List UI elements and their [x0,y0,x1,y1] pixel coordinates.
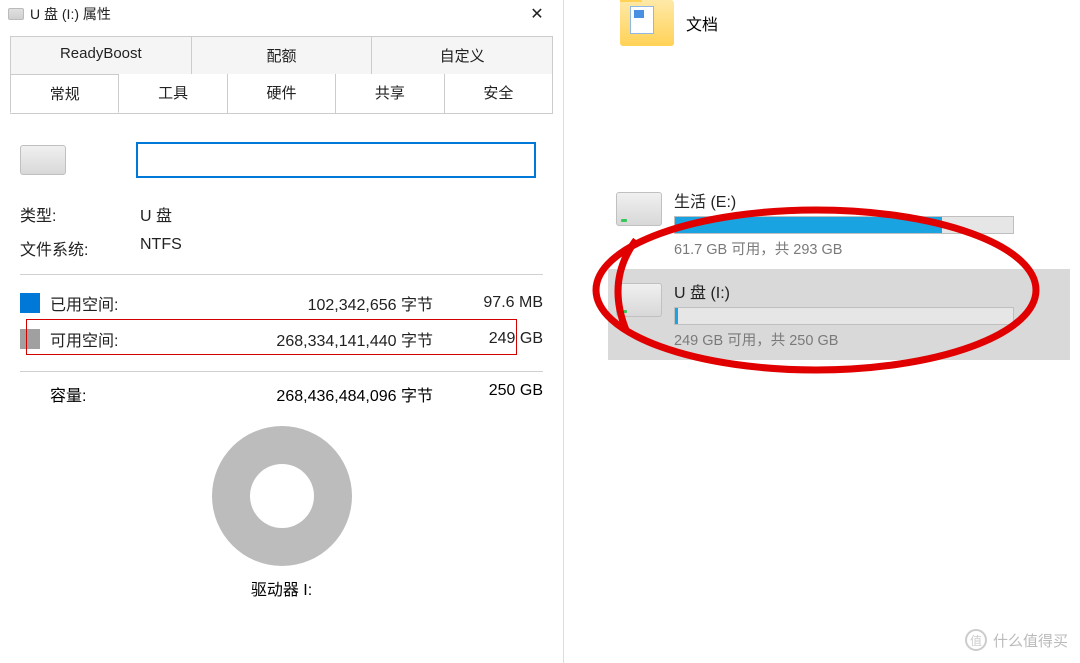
tab-hardware[interactable]: 硬件 [228,74,336,113]
tab-strip: ReadyBoost 配额 自定义 常规 工具 硬件 共享 安全 [10,36,553,114]
folder-documents[interactable]: 文档 [620,0,718,46]
capacity-human: 250 GB [453,382,543,406]
free-human: 249 GB [453,330,543,348]
free-swatch-icon [20,329,40,349]
tab-readyboost[interactable]: ReadyBoost [10,36,192,74]
tab-security[interactable]: 安全 [445,74,553,113]
type-label: 类型: [20,202,140,226]
capacity-row: 容量: 268,436,484,096 字节 250 GB [50,382,543,406]
usage-bar [674,307,1014,325]
watermark-icon: 值 [965,629,987,651]
watermark-text: 什么值得买 [993,630,1068,651]
tab-quota[interactable]: 配额 [192,36,373,74]
free-space-row: 可用空间: 268,334,141,440 字节 249 GB [20,321,543,357]
type-value: U 盘 [140,202,172,226]
folder-name: 文档 [686,11,718,35]
watermark: 值 什么值得买 [965,629,1068,651]
drive-sub: 61.7 GB 可用，共 293 GB [674,238,1062,259]
filesystem-value: NTFS [140,236,182,260]
close-button[interactable]: ✕ [515,0,559,28]
drive-letter-label: 驱动器 I: [20,576,543,600]
tab-customize[interactable]: 自定义 [372,36,553,74]
drive-item-e[interactable]: 生活 (E:) 61.7 GB 可用，共 293 GB [608,178,1070,269]
titlebar: U 盘 (I:) 属性 ✕ [0,0,563,28]
capacity-bytes: 268,436,484,096 字节 [160,382,453,406]
tab-tools[interactable]: 工具 [119,74,227,113]
folder-icon [620,0,674,46]
drive-name: U 盘 (I:) [674,279,1062,303]
drive-item-i[interactable]: U 盘 (I:) 249 GB 可用，共 250 GB [608,269,1070,360]
used-swatch-icon [20,293,40,313]
drive-large-icon [20,145,66,175]
used-label: 已用空间: [50,291,160,315]
used-bytes: 102,342,656 字节 [160,291,453,315]
volume-label-input[interactable] [136,142,536,178]
free-bytes: 268,334,141,440 字节 [160,327,453,351]
drive-icon [8,8,24,20]
drive-sub: 249 GB 可用，共 250 GB [674,329,1062,350]
hdd-icon [616,283,662,317]
tab-general[interactable]: 常规 [10,74,119,113]
used-human: 97.6 MB [453,294,543,312]
divider [20,274,543,275]
properties-dialog: U 盘 (I:) 属性 ✕ ReadyBoost 配额 自定义 常规 工具 硬件… [0,0,564,663]
usage-pie-chart [212,426,352,566]
hdd-icon [616,192,662,226]
explorer-pane: 文档 生活 (E:) 61.7 GB 可用，共 293 GB U 盘 (I:) … [564,0,1080,663]
tab-sharing[interactable]: 共享 [336,74,444,113]
usage-bar [674,216,1014,234]
drive-name: 生活 (E:) [674,188,1062,212]
filesystem-label: 文件系统: [20,236,140,260]
free-label: 可用空间: [50,327,160,351]
tab-panel-general: 类型: U 盘 文件系统: NTFS 已用空间: 102,342,656 字节 … [0,114,563,600]
divider [20,371,543,372]
drive-list: 生活 (E:) 61.7 GB 可用，共 293 GB U 盘 (I:) 249… [608,178,1070,360]
used-space-row: 已用空间: 102,342,656 字节 97.6 MB [20,285,543,321]
window-title: U 盘 (I:) 属性 [30,4,515,24]
capacity-label: 容量: [50,382,160,406]
